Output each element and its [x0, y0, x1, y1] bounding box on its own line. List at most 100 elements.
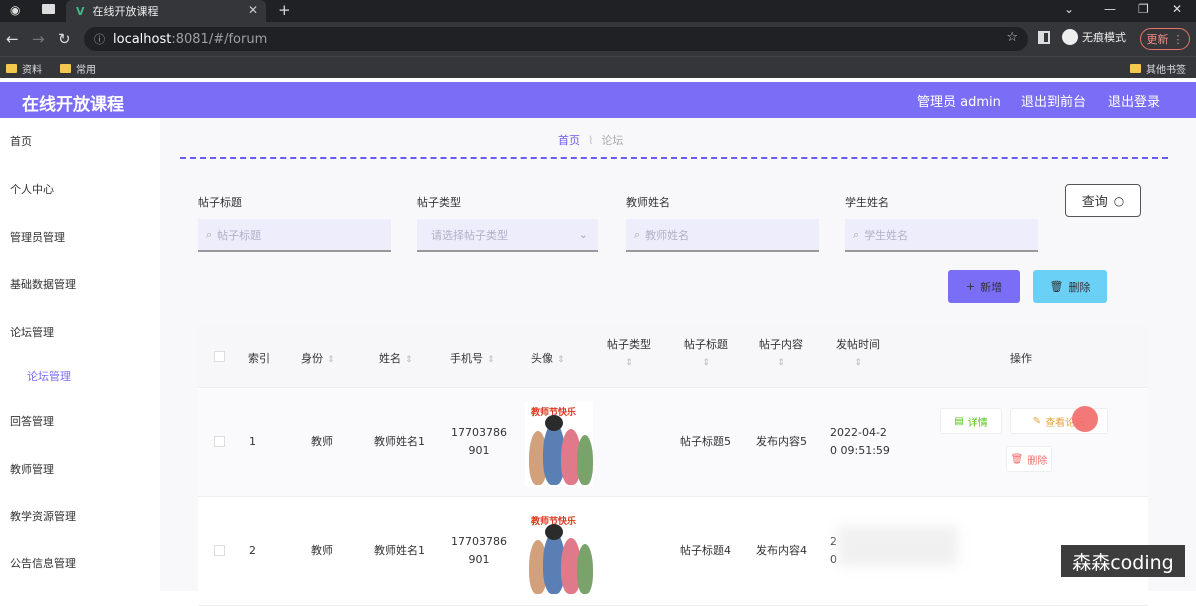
- browser-tab[interactable]: V 在线开放课程 ✕: [66, 0, 266, 22]
- breadcrumb: 首页 ⌇ 论坛: [558, 132, 623, 148]
- col-post-time[interactable]: 发帖时间 ⇕: [836, 336, 880, 368]
- plus-icon: +: [965, 280, 976, 293]
- other-bookmarks[interactable]: 其他书签: [1130, 61, 1186, 76]
- sidebar-item-teachers[interactable]: 教师管理: [10, 461, 54, 477]
- col-identity[interactable]: 身份 ⇕: [301, 350, 335, 366]
- detail-button[interactable]: ▤ 详情: [940, 408, 1002, 434]
- url-input[interactable]: ⓘ localhost:8081/#/forum ☆: [84, 27, 1028, 51]
- teacher-search-input[interactable]: ⌕ 教师姓名: [626, 219, 819, 252]
- cell-post-content: 发布内容4: [756, 544, 807, 557]
- add-label: 新增: [980, 280, 1003, 294]
- browser-menu-icon[interactable]: ◉: [10, 3, 20, 17]
- sort-icon: ⇕: [405, 355, 413, 365]
- type-select[interactable]: 请选择帖子类型 ⌄: [417, 219, 598, 252]
- sort-icon: ⇕: [327, 355, 335, 365]
- bookmark-folder-1[interactable]: 常用: [60, 61, 96, 76]
- select-all-checkbox[interactable]: [214, 351, 225, 362]
- query-label: 查询: [1081, 195, 1108, 210]
- mouse-cursor-highlight: [1072, 406, 1098, 432]
- table-row: 2 教师 教师姓名1 17703786 901 教师节快乐 帖子标题4 发布内容4…: [198, 498, 1148, 606]
- url-host: localhost: [113, 31, 172, 47]
- bookmark-star-icon[interactable]: ☆: [1006, 30, 1018, 45]
- forward-icon[interactable]: →: [32, 30, 45, 48]
- row-checkbox[interactable]: [214, 436, 225, 447]
- col-post-type[interactable]: 帖子类型 ⇕: [607, 336, 651, 368]
- window-icon[interactable]: [42, 4, 55, 14]
- cell-phone: 17703786 901: [451, 535, 507, 566]
- sidebar-item-notices[interactable]: 公告信息管理: [10, 555, 76, 571]
- vue-logo-icon: V: [76, 4, 85, 18]
- close-window-icon[interactable]: ✕: [1172, 2, 1182, 16]
- watermark: 森森coding: [1061, 545, 1185, 577]
- app-title: 在线开放课程: [22, 95, 124, 115]
- back-to-front-link[interactable]: 退出到前台: [1021, 91, 1086, 110]
- minimize-icon[interactable]: —: [1104, 2, 1116, 16]
- col-post-content[interactable]: 帖子内容 ⇕: [759, 336, 803, 368]
- cell-post-time: 2022-04-2 0 09:51:59: [830, 426, 890, 457]
- sidebar-item-home[interactable]: 首页: [10, 133, 32, 149]
- col-avatar[interactable]: 头像 ⇕: [531, 350, 565, 366]
- sidebar-item-admins[interactable]: 管理员管理: [10, 229, 65, 245]
- folder-icon: [6, 64, 17, 73]
- title-filter-label: 帖子标题: [198, 196, 242, 209]
- side-panel-icon[interactable]: [1038, 31, 1050, 44]
- row-checkbox[interactable]: [214, 545, 225, 556]
- sort-icon: ⇕: [487, 355, 495, 365]
- back-icon[interactable]: ←: [6, 30, 19, 48]
- folder-icon: [60, 64, 71, 73]
- incognito-icon: [1062, 29, 1078, 45]
- table-header: 索引 身份 ⇕ 姓名 ⇕ 手机号 ⇕ 头像 ⇕ 帖子类型 ⇕ 帖子标题 ⇕ 帖子内容 ⇕ 发帖…: [198, 326, 1148, 388]
- sidebar-item-forum[interactable]: 论坛管理: [10, 324, 54, 340]
- col-phone[interactable]: 手机号 ⇕: [450, 350, 495, 366]
- sidebar-item-basic-data[interactable]: 基础数据管理: [10, 276, 76, 292]
- cell-post-title: 帖子标题4: [680, 544, 731, 557]
- close-tab-icon[interactable]: ✕: [248, 3, 258, 17]
- col-actions: 操作: [1010, 352, 1032, 365]
- chat-icon: ✎: [1032, 415, 1042, 427]
- tab-search-icon[interactable]: ⌄: [1064, 2, 1074, 16]
- add-button[interactable]: + 新增: [948, 270, 1020, 303]
- new-tab-icon[interactable]: +: [278, 1, 291, 19]
- incognito-indicator[interactable]: 无痕模式: [1062, 29, 1126, 45]
- sidebar-item-profile[interactable]: 个人中心: [10, 181, 54, 197]
- sort-icon: ⇕: [702, 358, 710, 368]
- document-icon: ▤: [954, 415, 964, 427]
- admin-label: 管理员 admin: [917, 95, 1001, 110]
- bookmarks-bar: 资料 常用 其他书签: [0, 56, 1196, 78]
- blurred-region: [838, 526, 958, 566]
- tab-title: 在线开放课程: [92, 5, 159, 18]
- breadcrumb-home[interactable]: 首页: [558, 132, 580, 148]
- restore-icon[interactable]: ❐: [1138, 2, 1149, 16]
- cell-post-title: 帖子标题5: [680, 435, 731, 448]
- placeholder: 请选择帖子类型: [431, 228, 508, 242]
- search-icon: ○: [1113, 193, 1125, 208]
- bulk-delete-button[interactable]: 🗑 删除: [1033, 270, 1107, 303]
- logout-link[interactable]: 退出登录: [1108, 91, 1160, 110]
- info-icon[interactable]: ⓘ: [94, 31, 105, 47]
- query-button[interactable]: 查询 ○: [1065, 184, 1141, 217]
- sidebar-item-resources[interactable]: 教学资源管理: [10, 508, 76, 524]
- bookmark-folder-0[interactable]: 资料: [6, 61, 42, 76]
- reload-icon[interactable]: ↻: [58, 30, 71, 48]
- update-button[interactable]: 更新 ⋮: [1140, 28, 1190, 50]
- update-label: 更新: [1146, 33, 1169, 46]
- student-filter-label: 学生姓名: [845, 196, 889, 209]
- col-index: 索引: [248, 352, 270, 365]
- sidebar-subitem-forum[interactable]: 论坛管理: [27, 368, 71, 384]
- main-content: 首页 ⌇ 论坛 帖子标题 ⌕ 帖子标题 帖子类型 请选择帖子类型 ⌄ 教师姓名 ⌕ 教…: [160, 118, 1196, 606]
- cell-name: 教师姓名1: [374, 435, 425, 448]
- sidebar-item-answers[interactable]: 回答管理: [10, 413, 54, 429]
- sort-icon: ⇕: [777, 358, 785, 368]
- student-search-input[interactable]: ⌕ 学生姓名: [845, 219, 1038, 252]
- folder-icon: [1130, 64, 1141, 73]
- divider: [180, 157, 1168, 159]
- delete-button[interactable]: 🗑 删除: [1006, 446, 1052, 472]
- col-post-title[interactable]: 帖子标题 ⇕: [684, 336, 728, 368]
- bookmark-label: 资料: [22, 65, 42, 76]
- teacher-filter-label: 教师姓名: [626, 196, 670, 209]
- other-bookmarks-label: 其他书签: [1146, 65, 1186, 76]
- title-search-input[interactable]: ⌕ 帖子标题: [198, 219, 391, 252]
- col-name[interactable]: 姓名 ⇕: [379, 350, 413, 366]
- table-row: 1 教师 教师姓名1 17703786 901 教师节快乐 帖子标题5 发布内容5…: [198, 389, 1148, 497]
- address-bar-row: ← → ↻ ⓘ localhost:8081/#/forum ☆ 无痕模式 更新…: [0, 22, 1196, 56]
